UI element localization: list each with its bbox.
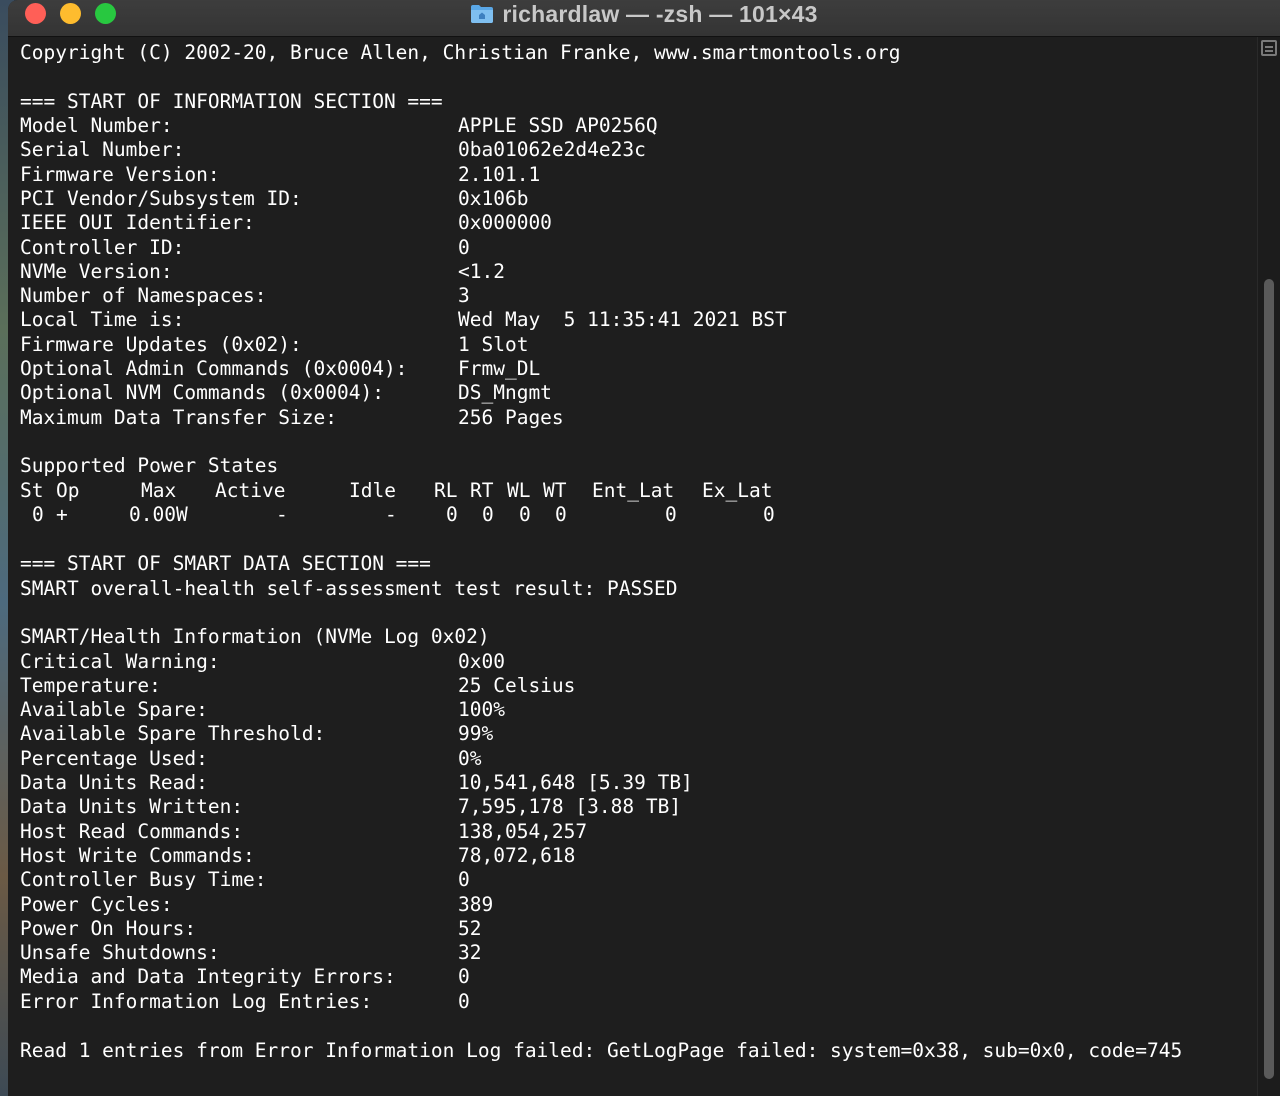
info-label: Serial Number: <box>20 138 185 162</box>
window-title: richardlaw — -zsh — 101×43 <box>502 0 818 27</box>
health-value: 0 <box>458 965 470 989</box>
ps-header-wl: WL <box>507 478 531 502</box>
info-value: 0 <box>458 235 470 259</box>
info-value: DS_Mngmt <box>458 381 552 405</box>
health-value: 100% <box>458 698 505 722</box>
health-label: Critical Warning: <box>20 649 220 673</box>
info-label: IEEE OUI Identifier: <box>20 211 255 235</box>
health-value: 99% <box>458 722 494 746</box>
health-label: Percentage Used: <box>20 746 208 770</box>
ps-cell-op: + <box>56 503 68 526</box>
ps-cell-max: 0.00W <box>129 503 188 526</box>
health-value: 0 <box>458 868 470 892</box>
health-value: 25 Celsius <box>458 673 576 697</box>
health-value: 7,595,178 [3.88 TB] <box>458 795 682 819</box>
info-value: 0ba01062e2d4e23c <box>458 138 646 162</box>
health-label: Temperature: <box>20 673 161 697</box>
info-value: APPLE SSD AP0256Q <box>458 114 658 137</box>
ps-cell-ex-lat: 0 <box>763 503 775 526</box>
info-label: Maximum Data Transfer Size: <box>20 405 337 429</box>
ps-header-ent-lat: Ent_Lat <box>592 478 675 502</box>
ps-cell-idle: - <box>385 503 397 526</box>
ps-cell-rl: 0 <box>446 503 458 526</box>
info-label: PCI Vendor/Subsystem ID: <box>20 186 302 210</box>
info-value: 3 <box>458 284 470 308</box>
health-value: 0 <box>458 989 470 1013</box>
terminal-output[interactable]: Copyright (C) 2002-20, Bruce Allen, Chri… <box>8 37 1260 1096</box>
health-value: 32 <box>458 941 482 965</box>
health-value: 78,072,618 <box>458 843 576 867</box>
vertical-scrollbar[interactable] <box>1257 37 1280 1096</box>
health-value: 52 <box>458 916 482 940</box>
split-pane-icon[interactable] <box>1261 40 1277 56</box>
health-label: Error Information Log Entries: <box>20 989 373 1013</box>
ps-header-max: Max <box>141 478 177 502</box>
ps-header-op: Op <box>56 478 80 502</box>
info-label: Firmware Updates (0x02): <box>20 332 302 356</box>
power-states-row: 0 + 0.00W - - 0 0 0 0 0 0 <box>20 503 775 527</box>
ps-header-ex-lat: Ex_Lat <box>702 478 773 502</box>
scroll-thumb[interactable] <box>1264 279 1274 1079</box>
power-states-title: Supported Power States <box>20 454 279 477</box>
ps-header-st: St <box>20 478 44 502</box>
health-label: Data Units Written: <box>20 795 244 819</box>
info-value: 256 Pages <box>458 405 564 429</box>
health-value: 0x00 <box>458 649 505 673</box>
ps-cell-st: 0 <box>32 503 44 526</box>
health-label: Available Spare: <box>20 698 208 722</box>
info-label: Optional Admin Commands (0x0004): <box>20 357 408 380</box>
health-value: 138,054,257 <box>458 819 588 843</box>
title-bar[interactable]: richardlaw — -zsh — 101×43 <box>8 0 1280 37</box>
health-label: Host Write Commands: <box>20 843 255 867</box>
info-label: Local Time is: <box>20 308 185 332</box>
info-label: Optional NVM Commands (0x0004): <box>20 381 384 405</box>
power-states-header-row: St Op Max Active Idle RL RT WL WT Ent_La… <box>20 478 772 503</box>
info-value: 0x000000 <box>458 211 552 235</box>
info-label: Number of Namespaces: <box>20 284 267 308</box>
info-value: Wed May 5 11:35:41 2021 BST <box>458 308 787 332</box>
info-value: 0x106b <box>458 186 529 210</box>
terminal-window: richardlaw — -zsh — 101×43 Copyright (C)… <box>8 0 1280 1096</box>
health-label: Power Cycles: <box>20 892 173 916</box>
info-label: Controller ID: <box>20 235 185 259</box>
health-value: 0% <box>458 746 482 770</box>
health-info-title: SMART/Health Information (NVMe Log 0x02) <box>20 625 490 648</box>
health-label: Media and Data Integrity Errors: <box>20 965 396 989</box>
ps-header-active: Active <box>215 478 286 502</box>
ps-cell-wl: 0 <box>519 503 531 526</box>
info-value: <1.2 <box>458 259 505 283</box>
info-label: NVMe Version: <box>20 259 173 283</box>
ps-cell-wt: 0 <box>555 503 567 526</box>
health-label: Unsafe Shutdowns: <box>20 941 220 965</box>
health-label: Power On Hours: <box>20 916 197 940</box>
ps-cell-active: - <box>276 503 288 526</box>
health-label: Controller Busy Time: <box>20 868 267 892</box>
window-title-group: richardlaw — -zsh — 101×43 <box>8 0 1280 28</box>
info-value: Frmw_DL <box>458 357 541 380</box>
health-value: 10,541,648 [5.39 TB] <box>458 771 693 794</box>
ps-header-idle: Idle <box>349 478 396 502</box>
ps-header-rt: RT <box>470 478 494 502</box>
error-line: Read 1 entries from Error Information Lo… <box>20 1038 1183 1062</box>
info-value: 1 Slot <box>458 332 529 356</box>
info-label: Firmware Version: <box>20 162 220 186</box>
info-label: Model Number: <box>20 114 173 137</box>
health-value: 389 <box>458 892 494 916</box>
ps-cell-rt: 0 <box>482 503 494 526</box>
ps-cell-ent-lat: 0 <box>665 503 677 526</box>
info-section-header: === START OF INFORMATION SECTION === <box>20 90 443 113</box>
health-label: Available Spare Threshold: <box>20 722 326 746</box>
smart-section-header: === START OF SMART DATA SECTION === <box>20 552 431 575</box>
copyright-line: Copyright (C) 2002-20, Bruce Allen, Chri… <box>20 41 901 64</box>
info-value: 2.101.1 <box>458 162 541 186</box>
home-folder-icon <box>470 4 494 24</box>
ps-header-wt: WT <box>543 478 567 502</box>
health-label: Host Read Commands: <box>20 819 244 843</box>
health-result-line: SMART overall-health self-assessment tes… <box>20 576 678 600</box>
ps-header-rl: RL <box>434 478 458 502</box>
health-label: Data Units Read: <box>20 771 208 794</box>
